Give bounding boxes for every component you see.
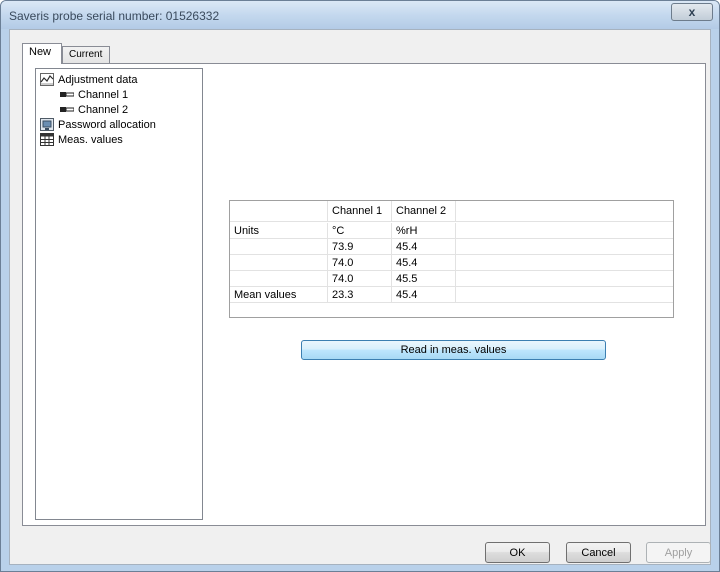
probe-icon	[60, 92, 74, 97]
table-row: 74.0 45.5	[230, 271, 673, 287]
read-meas-values-button[interactable]: Read in meas. values	[301, 340, 606, 360]
window-title: Saveris probe serial number: 01526332	[9, 9, 220, 23]
table-cell: %rH	[392, 223, 456, 239]
table-header-cell	[456, 201, 673, 222]
table-cell: 45.5	[392, 271, 456, 287]
chart-icon	[40, 73, 54, 86]
table-header-cell	[230, 201, 328, 222]
tree-item-label: Password allocation	[58, 118, 156, 131]
tree-item-label: Adjustment data	[58, 73, 138, 86]
ok-button[interactable]: OK	[485, 542, 550, 563]
table-cell	[230, 239, 328, 255]
table-cell	[230, 255, 328, 271]
table-cell: 45.4	[392, 239, 456, 255]
table-icon	[40, 133, 54, 146]
tree-item-channel-1[interactable]: Channel 1	[60, 88, 128, 101]
table-cell: 74.0	[328, 271, 392, 287]
cancel-label: Cancel	[581, 546, 616, 559]
table-header-cell: Channel 2	[392, 201, 456, 222]
table-cell: Mean values	[230, 287, 328, 303]
dialog-client-area: New Current Adjustment data Channel 1 Ch…	[9, 29, 711, 565]
meas-values-table[interactable]: Channel 1 Channel 2 Units °C %rH 73.9 45…	[229, 200, 674, 318]
tab-current-label: Current	[69, 49, 103, 60]
table-cell: 23.3	[328, 287, 392, 303]
title-bar[interactable]: Saveris probe serial number: 01526332 x	[1, 1, 719, 29]
probe-icon	[60, 107, 74, 112]
tab-panel: Adjustment data Channel 1 Channel 2 Pass…	[22, 63, 706, 526]
tree-item-adjustment-data[interactable]: Adjustment data	[40, 73, 138, 86]
ok-label: OK	[509, 546, 526, 559]
close-button[interactable]: x	[671, 3, 713, 21]
table-row: 74.0 45.4	[230, 255, 673, 271]
table-cell: 45.4	[392, 287, 456, 303]
table-header-row: Channel 1 Channel 2	[230, 201, 673, 222]
tree-item-label: Meas. values	[58, 133, 123, 146]
tree-item-channel-2[interactable]: Channel 2	[60, 103, 128, 116]
table-cell: °C	[328, 223, 392, 239]
apply-label: Apply	[664, 546, 693, 559]
tab-current[interactable]: Current	[62, 46, 110, 64]
table-cell: 45.4	[392, 255, 456, 271]
table-row: 73.9 45.4	[230, 239, 673, 255]
tab-new[interactable]: New	[22, 43, 62, 64]
table-cell: Units	[230, 223, 328, 239]
cancel-button[interactable]: Cancel	[566, 542, 631, 563]
table-row: Mean values 23.3 45.4	[230, 287, 673, 303]
tree-item-password-allocation[interactable]: Password allocation	[40, 118, 156, 131]
table-cell: 74.0	[328, 255, 392, 271]
tree-item-label: Channel 2	[78, 103, 129, 116]
lock-icon	[40, 118, 54, 131]
table-row: Units °C %rH	[230, 223, 673, 239]
read-meas-values-label: Read in meas. values	[400, 344, 507, 356]
tab-new-label: New	[29, 46, 52, 58]
tree-item-label: Channel 1	[78, 88, 129, 101]
apply-button[interactable]: Apply	[646, 542, 711, 563]
settings-tree[interactable]: Adjustment data Channel 1 Channel 2 Pass…	[35, 68, 203, 520]
table-cell	[230, 271, 328, 287]
table-cell: 73.9	[328, 239, 392, 255]
table-header-cell: Channel 1	[328, 201, 392, 222]
close-icon: x	[688, 5, 696, 19]
dialog-window: Saveris probe serial number: 01526332 x …	[0, 0, 720, 572]
tree-item-meas-values[interactable]: Meas. values	[40, 133, 123, 146]
